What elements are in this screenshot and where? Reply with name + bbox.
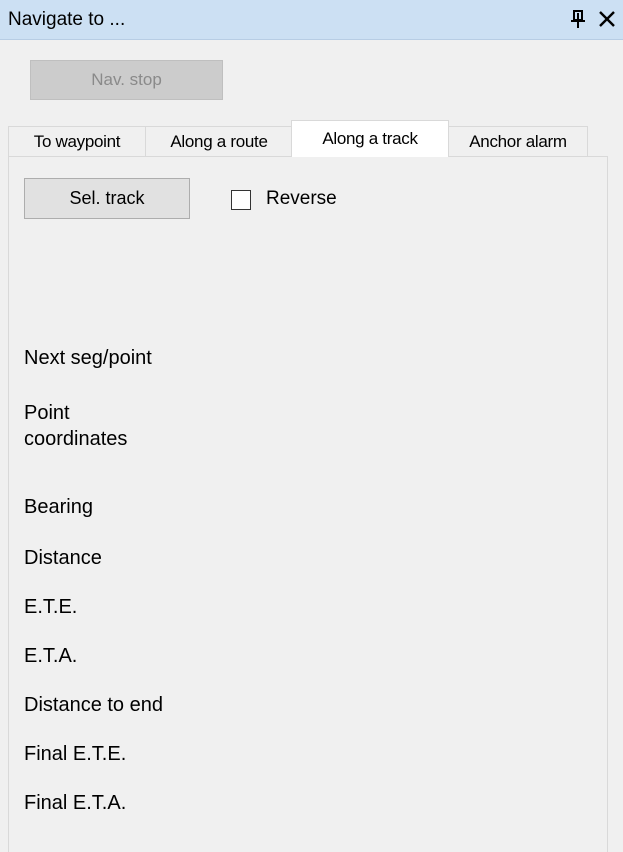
eta-label: E.T.A.: [24, 645, 78, 667]
pin-icon[interactable]: [568, 8, 588, 30]
distance-to-end-label: Distance to end: [24, 694, 163, 716]
tab-strip: To waypoint Along a route Along a track …: [8, 120, 608, 157]
next-seg-point-label: Next seg/point: [24, 347, 152, 369]
nav-stop-button: Nav. stop: [30, 60, 223, 100]
tab-along-a-track[interactable]: Along a track: [291, 120, 449, 157]
final-eta-label: Final E.T.A.: [24, 792, 127, 814]
close-icon[interactable]: [596, 8, 618, 30]
reverse-label: Reverse: [266, 188, 337, 209]
navigate-window: Navigate to ... Nav. stop To waypoint Al…: [0, 0, 623, 852]
tab-to-waypoint[interactable]: To waypoint: [8, 126, 146, 156]
tab-anchor-alarm[interactable]: Anchor alarm: [448, 126, 588, 156]
select-track-button[interactable]: Sel. track: [24, 178, 190, 219]
tab-along-a-route[interactable]: Along a route: [145, 126, 293, 156]
window-title: Navigate to ...: [8, 9, 126, 30]
bearing-label: Bearing: [24, 496, 93, 518]
title-bar[interactable]: Navigate to ...: [0, 0, 623, 40]
distance-label: Distance: [24, 547, 102, 569]
point-coordinates-label: Point coordinates: [24, 402, 128, 450]
final-ete-label: Final E.T.E.: [24, 743, 127, 765]
reverse-checkbox[interactable]: [231, 190, 251, 210]
ete-label: E.T.E.: [24, 596, 78, 618]
